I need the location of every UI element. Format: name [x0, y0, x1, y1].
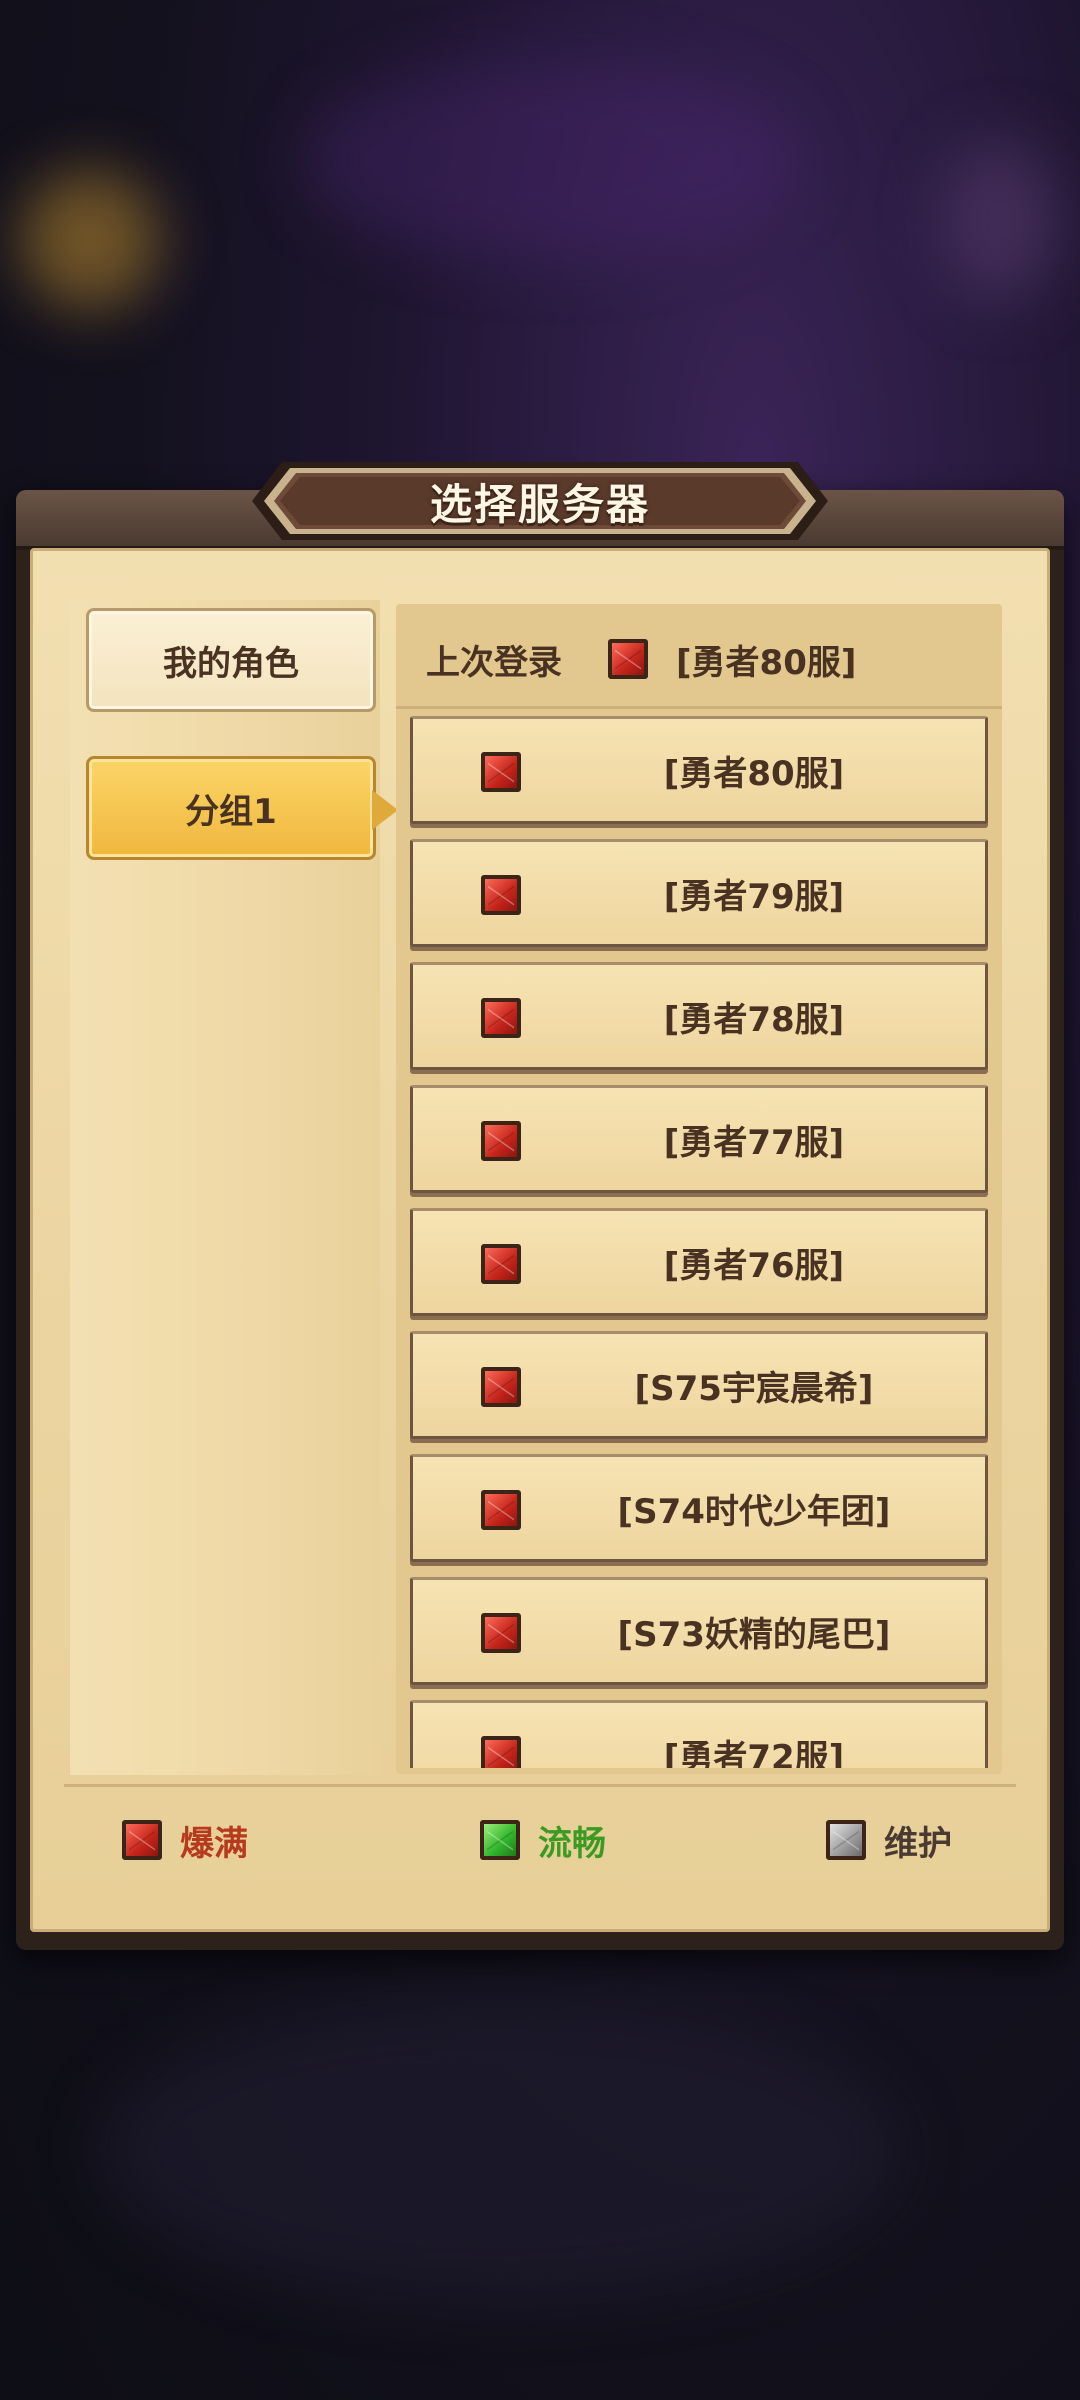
server-name: [勇者80服] [663, 753, 845, 794]
background-glow [20, 170, 160, 310]
page-title: 选择服务器 [429, 479, 650, 529]
server-row[interactable]: [S75宇宸晨希] [410, 1331, 988, 1439]
red-status-icon [481, 752, 521, 792]
server-name: [勇者78服] [663, 999, 845, 1040]
gray-status-icon [826, 1820, 866, 1860]
tab-group-1[interactable]: 分组1 [86, 756, 376, 860]
red-status-icon [481, 1244, 521, 1284]
background-glow [300, 60, 800, 260]
selected-tab-arrow-icon [372, 790, 398, 830]
last-login-label: 上次登录 [426, 642, 562, 683]
server-name: [勇者76服] [663, 1245, 845, 1286]
server-row[interactable]: [S74时代少年团] [410, 1454, 988, 1562]
red-status-icon [481, 1736, 521, 1768]
server-row[interactable]: [勇者77服] [410, 1085, 988, 1193]
background-glow [940, 140, 1060, 300]
red-status-icon [481, 1613, 521, 1653]
server-row[interactable]: [勇者78服] [410, 962, 988, 1070]
red-status-icon [481, 998, 521, 1038]
legend-smooth: 流畅 [480, 1810, 606, 1870]
legend-maintenance-label: 维护 [884, 1823, 952, 1864]
divider [396, 706, 1002, 709]
last-login-row[interactable]: 上次登录 [勇者80服] [396, 604, 1002, 714]
server-name: [S74时代少年团] [617, 1491, 891, 1532]
server-name: [S75宇宸晨希] [634, 1368, 874, 1409]
red-status-icon [608, 639, 648, 679]
last-login-server-name: [勇者80服] [676, 642, 857, 683]
server-row[interactable]: [S73妖精的尾巴] [410, 1577, 988, 1685]
server-list[interactable]: [勇者80服] [勇者79服] [勇者78服] [勇者77服] [勇者76服] … [410, 716, 988, 1768]
server-row[interactable]: [勇者76服] [410, 1208, 988, 1316]
server-name: [勇者79服] [663, 876, 845, 917]
green-status-icon [480, 1820, 520, 1860]
server-row[interactable]: [勇者72服] [410, 1700, 988, 1768]
tab-my-roles[interactable]: 我的角色 [86, 608, 376, 712]
red-status-icon [481, 1490, 521, 1530]
server-row[interactable]: [勇者80服] [410, 716, 988, 824]
title-banner: 选择服务器 [252, 458, 828, 544]
divider [64, 1784, 1016, 1787]
background-glow [100, 2000, 900, 2300]
server-name: [勇者77服] [663, 1122, 845, 1163]
red-status-icon [481, 875, 521, 915]
server-name: [S73妖精的尾巴] [617, 1614, 891, 1655]
red-status-icon [122, 1820, 162, 1860]
legend-maintenance: 维护 [826, 1810, 952, 1870]
legend-smooth-label: 流畅 [538, 1823, 606, 1864]
legend-full: 爆满 [122, 1810, 248, 1870]
server-row[interactable]: [勇者79服] [410, 839, 988, 947]
red-status-icon [481, 1121, 521, 1161]
red-status-icon [481, 1367, 521, 1407]
legend-full-label: 爆满 [180, 1823, 248, 1864]
server-name: [勇者72服] [663, 1737, 845, 1769]
